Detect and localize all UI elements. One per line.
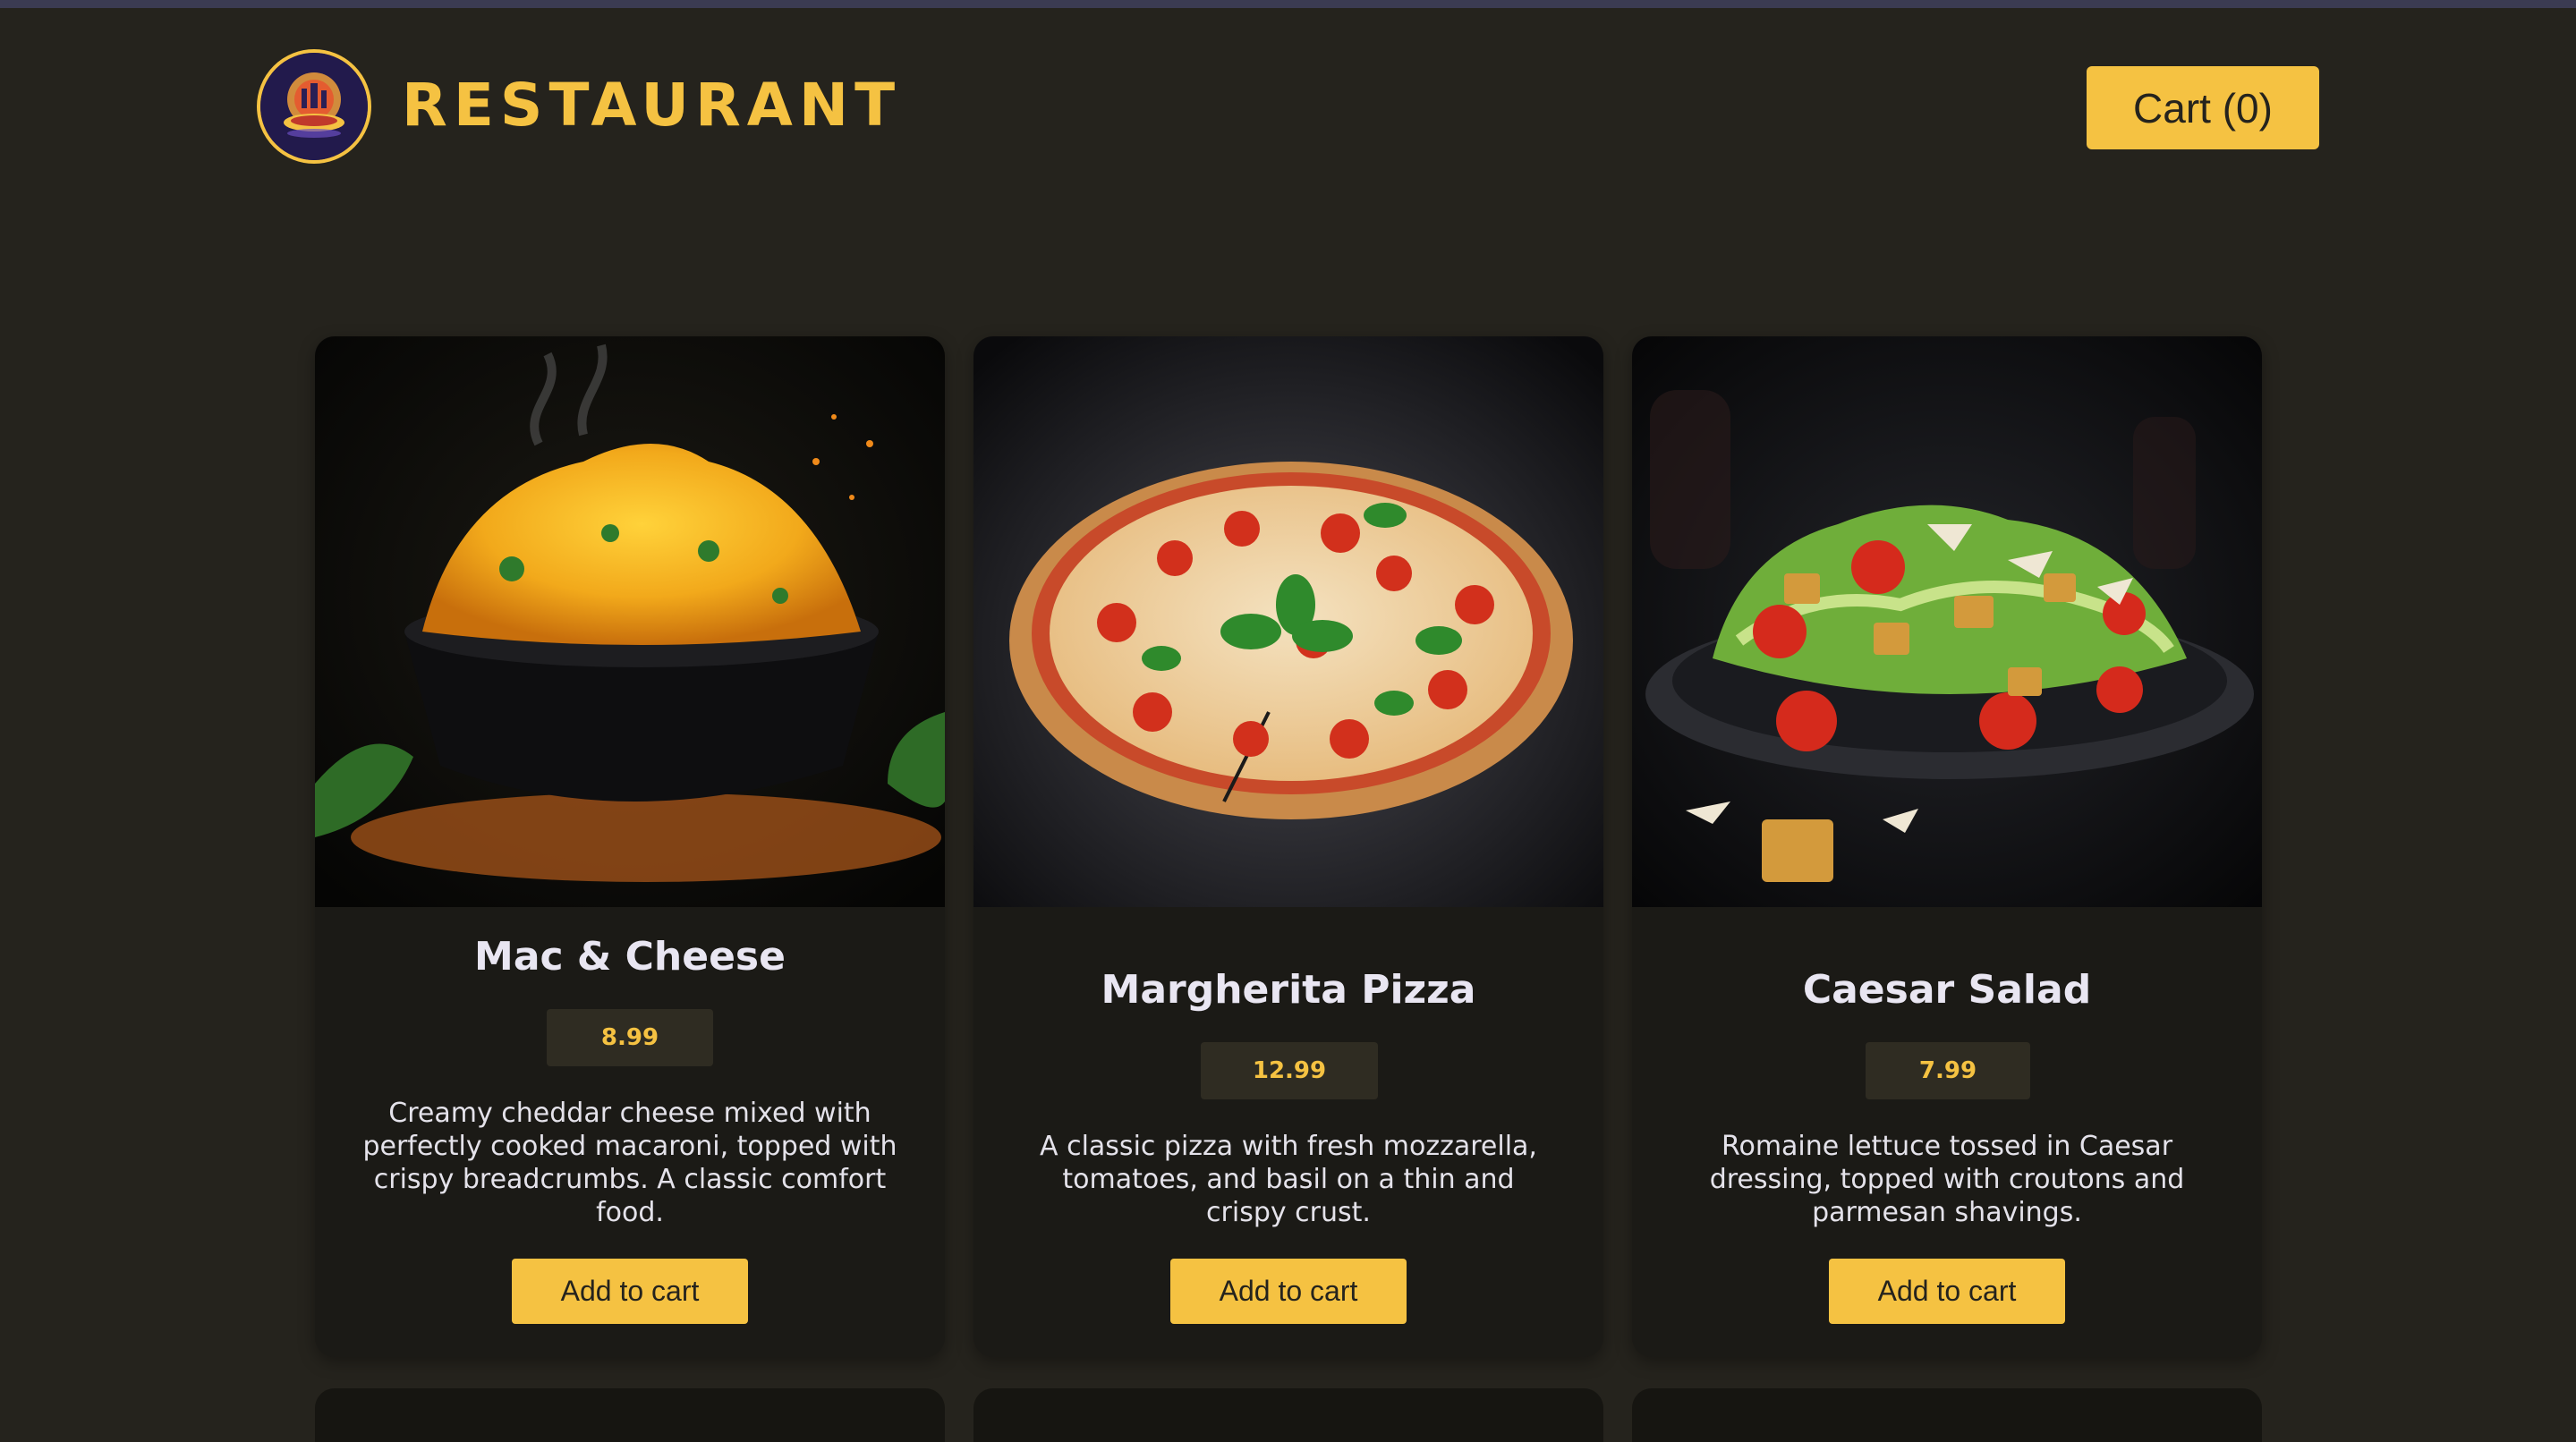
- mac-and-cheese-image: [315, 336, 945, 907]
- brand-name[interactable]: RESTAURANT: [402, 76, 901, 135]
- menu-card-caesar-salad: Caesar Salad 7.99 Romaine lettuce tossed…: [1632, 336, 2262, 1357]
- item-title: Mac & Cheese: [474, 934, 786, 980]
- add-to-cart-button[interactable]: Add to cart: [1170, 1259, 1407, 1324]
- margherita-pizza-image: [973, 336, 1603, 907]
- price-badge: 8.99: [547, 1009, 713, 1066]
- add-to-cart-button[interactable]: Add to cart: [1829, 1259, 2065, 1324]
- page: RESTAURANT Cart (0) Mac & Cheese 8.99 Cr…: [0, 8, 2576, 1442]
- menu-card-next-row: [315, 1388, 945, 1442]
- cart-button[interactable]: Cart (0): [2087, 66, 2319, 149]
- item-description: Creamy cheddar cheese mixed with perfect…: [362, 1098, 897, 1228]
- menu-card-next-row: [973, 1388, 1603, 1442]
- menu-card-mac-and-cheese: Mac & Cheese 8.99 Creamy cheddar cheese …: [315, 336, 945, 1357]
- site-header: RESTAURANT Cart (0): [0, 8, 2576, 214]
- price-badge: 7.99: [1866, 1042, 2030, 1099]
- menu-card-margherita-pizza: Margherita Pizza 12.99 A classic pizza w…: [973, 336, 1603, 1357]
- menu-card-next-row: [1632, 1388, 2262, 1442]
- window-top-strip: [0, 0, 2576, 8]
- item-title: Caesar Salad: [1802, 967, 2092, 1013]
- item-description: Romaine lettuce tossed in Caesar dressin…: [1709, 1131, 2185, 1228]
- price-badge: 12.99: [1201, 1042, 1378, 1099]
- add-to-cart-button[interactable]: Add to cart: [512, 1259, 748, 1324]
- caesar-salad-image: [1632, 336, 2262, 907]
- restaurant-logo-icon[interactable]: [257, 49, 371, 164]
- item-description: A classic pizza with fresh mozzarella, t…: [1040, 1131, 1537, 1228]
- item-title: Margherita Pizza: [1101, 967, 1476, 1013]
